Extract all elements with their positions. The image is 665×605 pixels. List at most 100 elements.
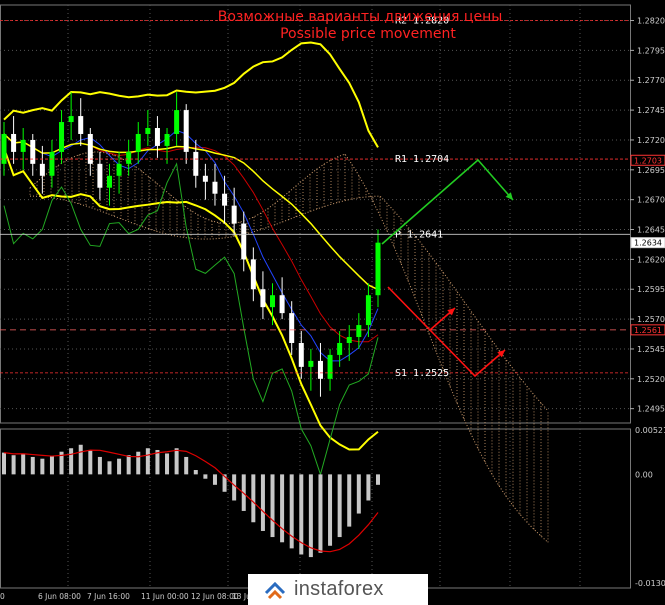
candle-body — [183, 110, 189, 152]
candle-body — [116, 163, 122, 176]
candle-body — [298, 342, 304, 367]
candle-body — [241, 223, 247, 260]
macd-tick-label: 0.00521 — [635, 426, 665, 435]
candle-body — [308, 360, 314, 367]
macd-bar — [184, 456, 189, 475]
candle-body — [212, 181, 218, 194]
macd-bar — [356, 474, 361, 514]
price-tag-label: 1.2703 — [634, 156, 662, 165]
y-tick-label: 1.2520 — [637, 375, 665, 384]
logo-text: instaforex — [294, 578, 384, 600]
y-tick-label: 1.2620 — [637, 255, 665, 264]
macd-bar — [260, 474, 265, 531]
level-label: P 1.2641 — [395, 229, 443, 240]
candle-body — [289, 313, 295, 343]
y-tick-label: 1.2645 — [637, 226, 665, 235]
macd-bar — [165, 453, 170, 475]
candle-body — [154, 128, 160, 146]
candle-body — [193, 151, 199, 176]
macd-bar — [136, 451, 141, 475]
candle-body — [327, 354, 333, 379]
candle-body — [222, 193, 228, 206]
forecast-arrow-down-1-path — [387, 286, 456, 332]
instaforex-logo-icon — [264, 581, 286, 600]
x-tick-label: 7 Jun 16:00 — [87, 592, 130, 601]
y-tick-label: 1.2820 — [637, 17, 665, 26]
candle-body — [97, 163, 103, 188]
macd-bar — [49, 456, 54, 475]
ichimoku-cloud — [29, 151, 549, 543]
candle-body — [356, 325, 362, 338]
macd-bar — [11, 455, 16, 475]
macd-bar — [21, 453, 26, 475]
macd-bar — [78, 444, 83, 475]
macd-tick-label: -0.01305 — [635, 579, 665, 588]
candle-body — [20, 139, 26, 152]
candle-body — [49, 151, 55, 176]
macd-bar — [145, 448, 150, 475]
x-tick-label: 11 Jun 00:00 — [141, 592, 189, 601]
macd-bar — [328, 474, 333, 546]
chart-title-ru: Возможные варианты движения цены — [218, 9, 503, 25]
candle-body — [365, 295, 371, 326]
candle-body — [279, 295, 285, 314]
candle-body — [346, 337, 352, 343]
macd-bar — [232, 474, 237, 501]
macd-bar — [308, 474, 313, 558]
macd-bar — [280, 474, 285, 543]
y-tick-label: 1.2570 — [637, 315, 665, 324]
candle-body — [231, 205, 237, 224]
macd-bar — [88, 449, 93, 475]
macd-bar — [107, 461, 112, 475]
macd-bar — [69, 448, 74, 475]
macd-bar — [270, 474, 275, 538]
y-tick-label: 1.2720 — [637, 136, 665, 145]
macd-bar — [251, 474, 256, 523]
y-tick-label: 1.2670 — [637, 196, 665, 205]
macd-bar — [126, 455, 131, 475]
y-tick-label: 1.2495 — [637, 405, 665, 414]
macd-bar — [30, 456, 35, 475]
macd-bar — [117, 458, 122, 475]
macd-bar — [347, 474, 352, 527]
candle-body — [260, 289, 266, 308]
ma-blue-line — [3, 129, 379, 362]
x-tick-label: 6 Jun 08:00 — [38, 592, 81, 601]
macd-bar — [97, 456, 102, 475]
candle-body — [68, 116, 74, 123]
candle-body — [375, 242, 381, 296]
bollinger-lower — [3, 147, 379, 451]
candle-body — [164, 133, 170, 146]
bollinger-middle — [3, 133, 379, 291]
macd-tick-label: 0.00 — [635, 470, 653, 479]
macd-pane-frame — [0, 428, 631, 589]
candle-body — [270, 295, 276, 308]
macd-bar — [376, 474, 380, 485]
y-tick-label: 1.2770 — [637, 76, 665, 85]
candle-body — [106, 175, 112, 188]
macd-bar — [193, 470, 198, 475]
candle-body — [337, 342, 343, 355]
y-tick-label: 1.2545 — [637, 345, 665, 354]
candle-body — [135, 133, 141, 152]
candle-body — [126, 151, 132, 164]
macd-bar — [212, 474, 217, 485]
chart-title-en: Possible price movement — [280, 26, 456, 42]
candle-body — [317, 360, 323, 379]
macd-histogram — [2, 444, 380, 558]
price-tag-label: 1.2634 — [634, 239, 662, 248]
candle-body — [145, 128, 151, 134]
candle-body — [59, 122, 65, 152]
forecast-arrow-down-1 — [387, 286, 456, 332]
macd-bar — [366, 474, 371, 501]
x-tick-label: 0 — [0, 592, 5, 601]
macd-bar — [174, 448, 179, 475]
candle-body — [174, 110, 180, 134]
y-tick-label: 1.2795 — [637, 46, 665, 55]
candles — [1, 92, 381, 397]
price-chart: 1.2820 1.2795 1.2770 1.2745 1.2720 1.2695 1.26… — [0, 4, 665, 601]
macd-bar — [337, 474, 342, 538]
y-tick-label: 1.2595 — [637, 285, 665, 294]
candle-body — [78, 116, 84, 134]
level-label: R1 1.2704 — [395, 154, 449, 165]
